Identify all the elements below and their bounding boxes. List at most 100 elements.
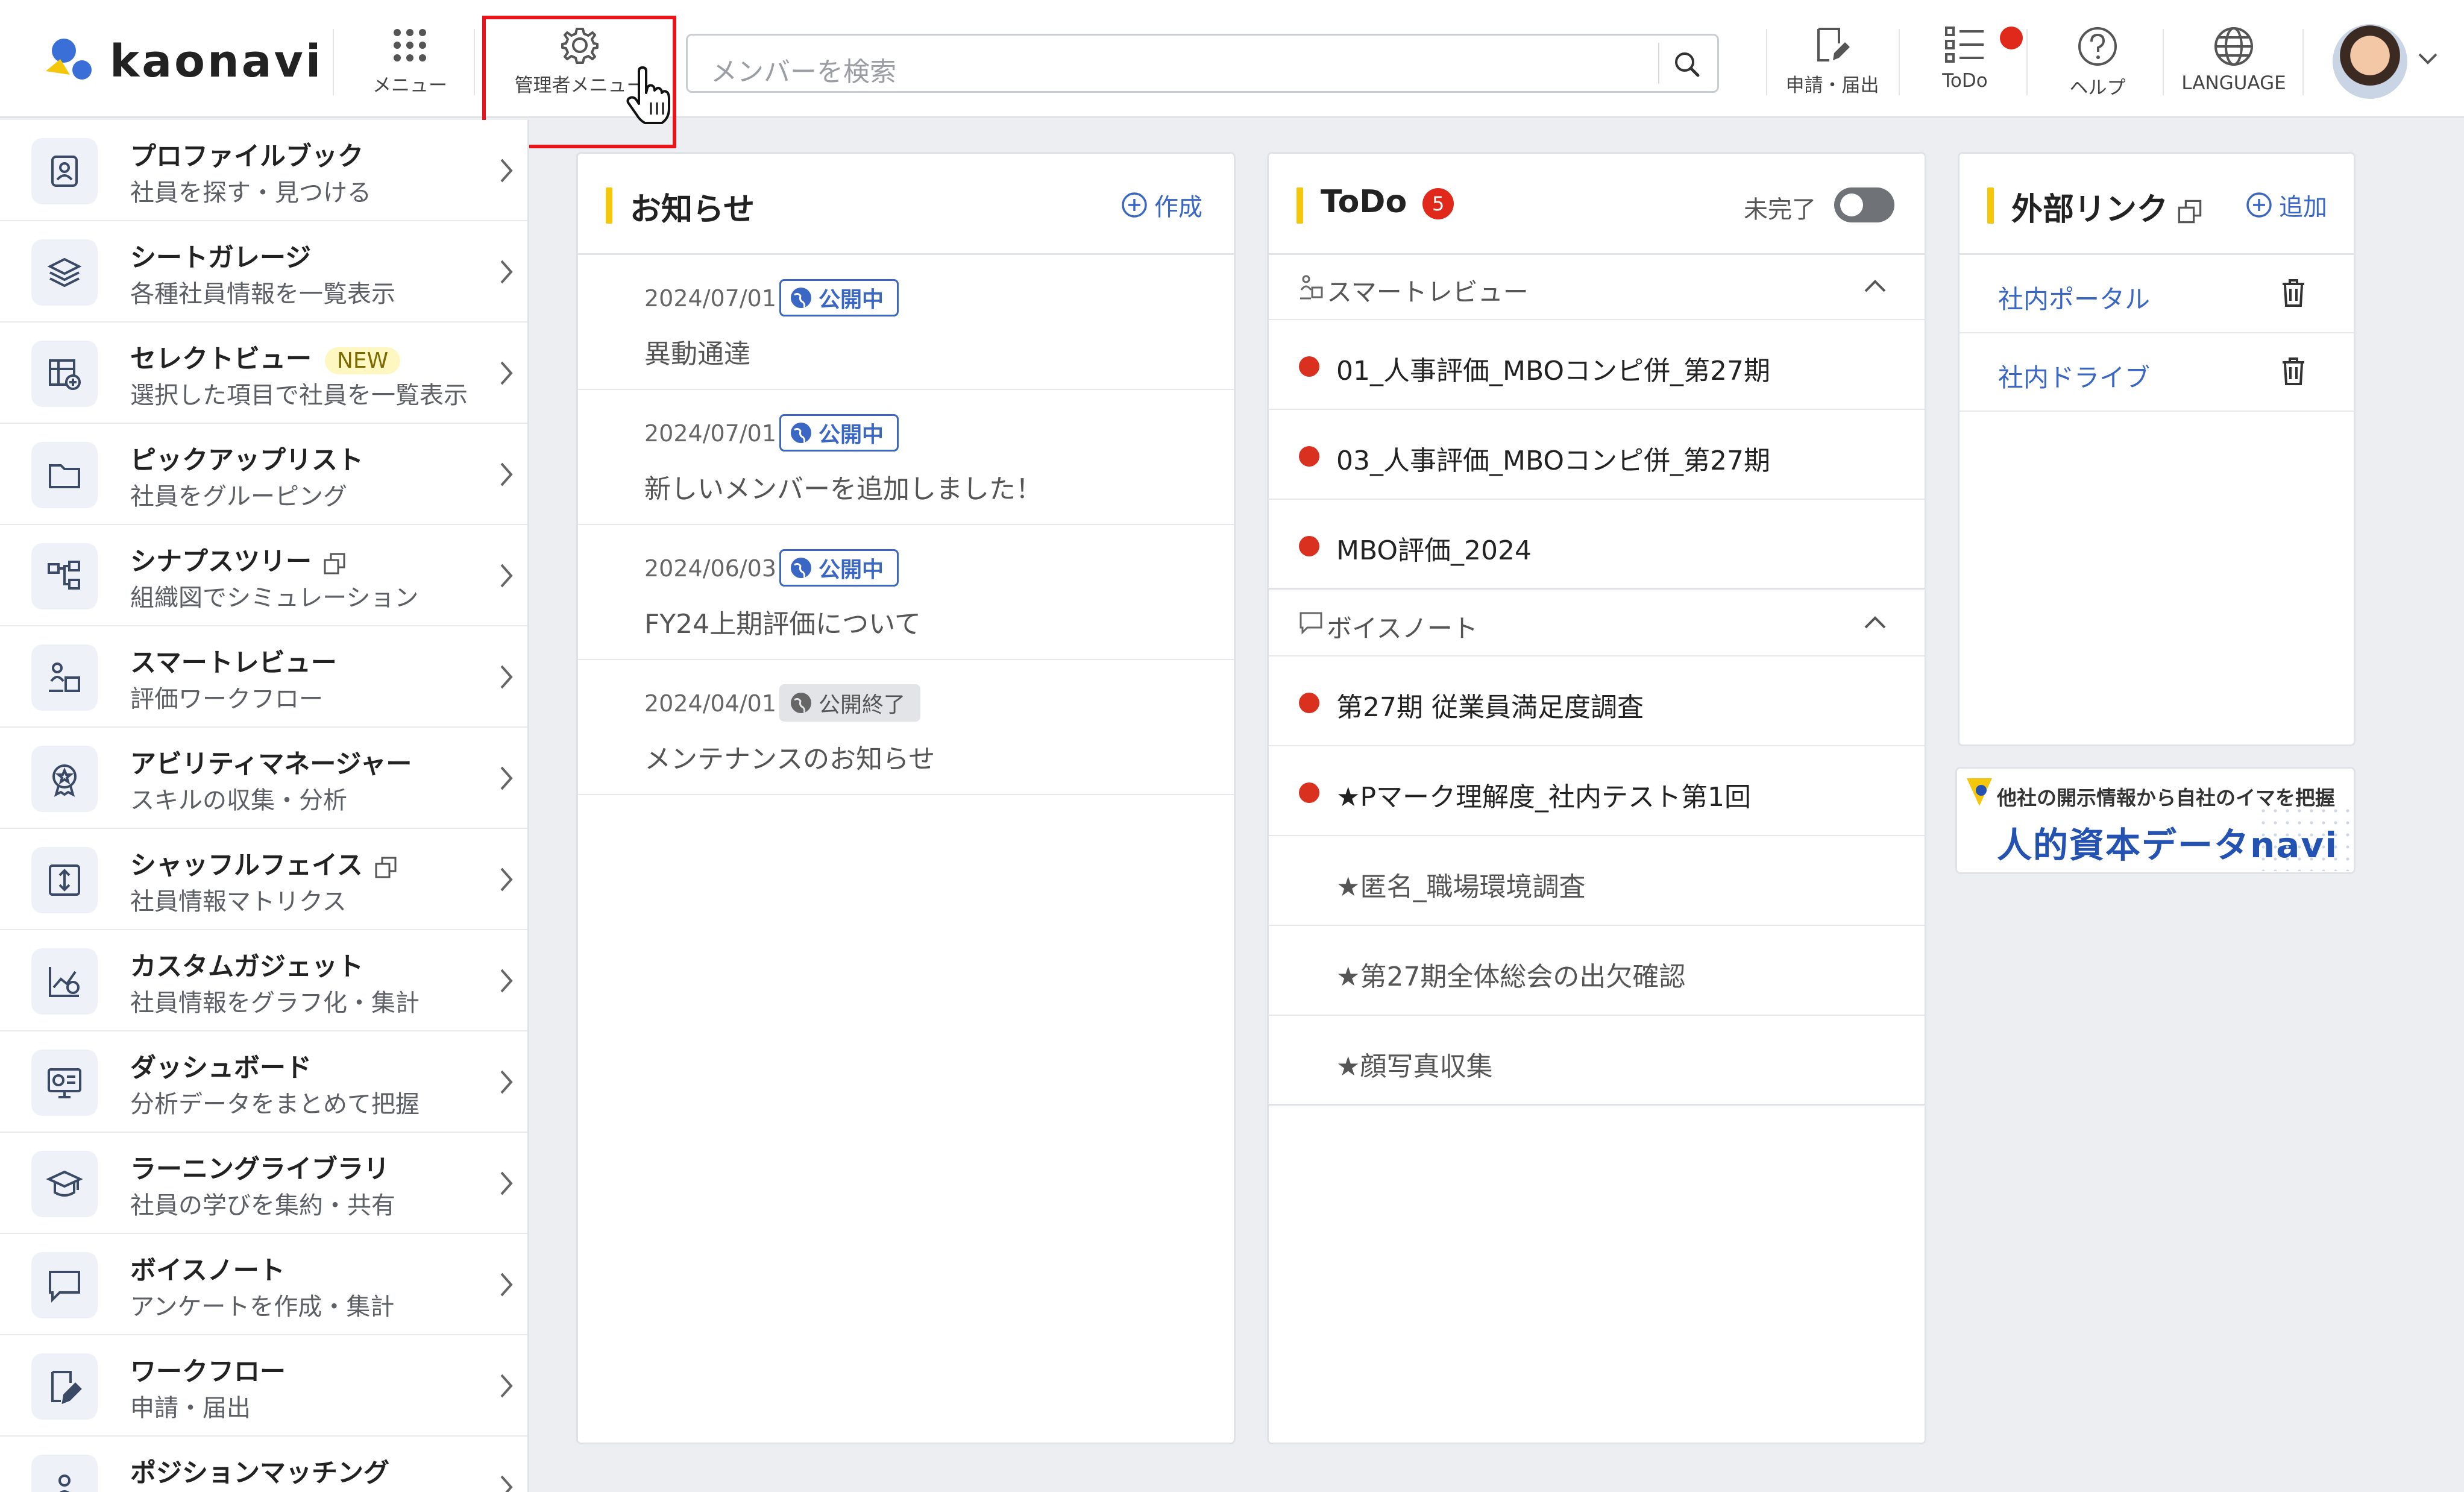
chevron-right-icon [500,1273,513,1297]
sidebar-item-title: ダッシュボード [130,1053,312,1083]
trash-icon[interactable] [2280,356,2307,386]
accent-bar [1296,187,1303,224]
link-text[interactable]: 社内ドライブ [1998,357,2150,394]
link-item: 社内ポータル [1960,255,2354,333]
todo-item[interactable]: ★Pマーク理解度_社内テスト第1回 [1269,746,1925,836]
sidebar-item-title: プロファイルブック [130,142,363,172]
news-item[interactable]: 2024/06/03 公開中 FY24上期評価について [578,525,1234,660]
sidebar-item-ability-manager[interactable]: アビリティマネージャー スキルの収集・分析 [0,728,527,829]
graduation-cap-icon [46,1170,83,1197]
news-header: お知らせ 作成 [578,154,1234,255]
language-button[interactable]: LANGUAGE [2173,25,2294,104]
sidebar-item-title: ラーニングライブラリ [130,1154,389,1185]
add-link-button[interactable]: 追加 [2245,187,2327,222]
sidebar-item-position-matching[interactable]: ポジションマッチング [0,1437,527,1492]
help-label: ヘルプ [2069,77,2126,99]
sidebar-item-select-view[interactable]: セレクトビュー NEW 選択した項目で社員を一覧表示 [0,323,527,424]
sidebar-item-voice-note[interactable]: ボイスノート アンケートを作成・集計 [0,1234,527,1335]
todo-item-text: ★第27期全体総会の出欠確認 [1336,962,1686,992]
sidebar-item-sheet-garage[interactable]: シートガレージ 各種社員情報を一覧表示 [0,221,527,323]
external-window-icon [375,857,397,878]
sidebar-item-title: シートガレージ [130,243,312,273]
todo-section-smart-review[interactable]: スマートレビュー [1269,255,1925,320]
chevron-down-icon[interactable] [2417,52,2439,66]
incomplete-label: 未完了 [1744,196,1816,224]
user-avatar[interactable] [2333,24,2407,99]
sidebar-item-profile-book[interactable]: プロファイルブック 社員を探す・見つける [0,120,527,221]
sidebar-item-dashboard[interactable]: ダッシュボード 分析データをまとめて把握 [0,1031,527,1133]
org-tree-icon [48,561,80,590]
link-text[interactable]: 社内ポータル [1998,279,2150,316]
news-item[interactable]: 2024/07/01 公開中 異動通達 [578,255,1234,390]
chevron-right-icon [500,462,513,486]
chevron-right-icon [500,969,513,993]
news-title: お知らせ [630,192,755,228]
search-input[interactable]: メンバーを検索 [711,50,896,89]
help-button[interactable]: ヘルプ [2043,25,2152,104]
sidebar-item-title: アビリティマネージャー [130,749,412,779]
globe-icon [791,693,811,713]
news-item[interactable]: 2024/07/01 公開中 新しいメンバーを追加しました！ [578,390,1234,525]
news-item[interactable]: 2024/04/01 公開終了 メンテナンスのお知らせ [578,660,1234,795]
sidebar-item-subtitle: 評価ワークフロー [130,685,323,713]
todo-item[interactable]: MBO評価_2024 [1269,500,1925,590]
menu-button[interactable]: メニュー [362,25,458,104]
status-badge: 公開中 [779,414,899,452]
news-date: 2024/04/01 [644,690,777,717]
todo-item[interactable]: ★第27期全体総会の出欠確認 [1269,926,1925,1016]
todo-item[interactable]: ★顔写真収集 [1269,1016,1925,1106]
news-body: 新しいメンバーを追加しました！ [644,474,1042,505]
sidebar-item-smart-review[interactable]: スマートレビュー 評価ワークフロー [0,626,527,728]
sidebar-item-subtitle: 社員情報マトリクス [130,888,347,916]
hand-cursor-icon [626,66,670,124]
sidebar-item-title: ピックアップリスト [130,445,363,476]
sidebar-item-workflow[interactable]: ワークフロー 申請・届出 [0,1335,527,1437]
todo-section-voice-note[interactable]: ボイスノート [1269,591,1925,656]
divider [1899,29,1900,95]
sidebar-item-subtitle: 組織図でシミュレーション [130,584,419,612]
kaonavi-logo[interactable]: kaonavi [42,31,321,92]
sidebar-item-title: シナプスツリー [130,541,347,578]
chevron-right-icon [500,766,513,790]
position-icon [58,1475,71,1492]
unread-dot [1299,356,1319,377]
sidebar-item-subtitle: 選択した項目で社員を一覧表示 [130,382,468,409]
divider [2163,29,2164,95]
todo-item[interactable]: 01_人事評価_MBOコンピ併_第27期 [1269,320,1925,410]
notification-dot [2000,27,2023,49]
profile-book-icon [51,156,78,187]
unread-dot [1299,446,1319,467]
chevron-right-icon [500,1374,513,1398]
sidebar-item-pickup-list[interactable]: ピックアップリスト 社員をグルーピング [0,424,527,525]
todo-item[interactable]: 第27期 従業員満足度調査 [1269,656,1925,746]
shuffle-icon [49,864,80,896]
create-label: 作成 [1154,194,1202,221]
search-box[interactable]: メンバーを検索 [686,34,1719,93]
apply-button[interactable]: 申請・届出 [1778,25,1887,104]
chevron-right-icon [500,867,513,892]
sidebar-item-title: ワークフロー [130,1357,286,1387]
sidebar-item-title: スマートレビュー [130,648,337,678]
human-capital-data-banner[interactable]: 他社の開示情報から自社のイマを把握 人的資本データnavi [1955,767,2356,874]
sidebar-item-synapse-tree[interactable]: シナプスツリー 組織図でシミュレーション [0,525,527,626]
sidebar-item-shuffle-face[interactable]: シャッフルフェイス 社員情報マトリクス [0,829,527,930]
todo-item[interactable]: 03_人事評価_MBOコンピ併_第27期 [1269,410,1925,500]
incomplete-toggle[interactable] [1834,187,1894,222]
create-button[interactable]: 作成 [1120,187,1202,222]
external-window-icon [2178,200,2202,224]
todo-item[interactable]: ★匿名_職場環境調査 [1269,836,1925,926]
todo-button[interactable]: ToDo [1917,25,2013,104]
chevron-right-icon [500,1475,513,1492]
sidebar-item-custom-gadget[interactable]: カスタムガジェット 社員情報をグラフ化・集計 [0,930,527,1031]
news-date: 2024/07/01 [644,285,777,312]
icon-box [31,1050,98,1116]
kaonavi-logo-icon [46,39,92,80]
sidebar-item-subtitle: 社員の学びを集約・共有 [130,1192,395,1220]
todo-item-text: 第27期 従業員満足度調査 [1336,692,1644,723]
trash-icon[interactable] [2280,278,2307,308]
workflow-icon [51,1371,82,1405]
search-icon[interactable] [1671,49,1703,80]
sidebar-item-learning-library[interactable]: ラーニングライブラリ 社員の学びを集約・共有 [0,1133,527,1234]
todo-item-text: ★顔写真収集 [1336,1051,1493,1082]
link-item: 社内ドライブ [1960,333,2354,412]
